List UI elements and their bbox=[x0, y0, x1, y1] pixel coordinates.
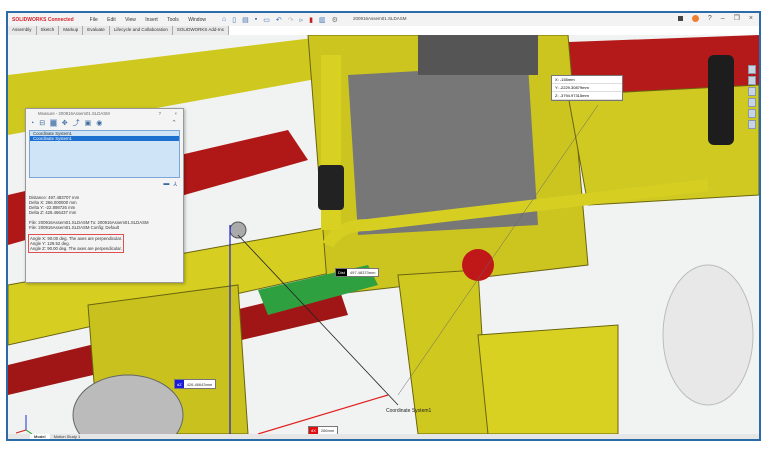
history-icon[interactable]: ▣ bbox=[85, 119, 92, 127]
help-icon[interactable]: ? bbox=[708, 15, 712, 22]
new-icon[interactable]: ▯ bbox=[232, 16, 236, 24]
point-to-point-icon[interactable]: ✥ bbox=[62, 119, 68, 127]
menu-file[interactable]: File bbox=[90, 17, 98, 23]
collapse-icon[interactable]: ⌃ bbox=[171, 119, 177, 127]
minimize-button[interactable]: – bbox=[721, 15, 725, 22]
motor bbox=[418, 35, 538, 75]
title-bar: SOLIDWORKS Connected File Edit View Inse… bbox=[8, 13, 759, 26]
tab-sketch[interactable]: Sketch bbox=[37, 26, 60, 35]
dist-tag: Dist bbox=[336, 269, 347, 276]
selection-list[interactable]: Coordinate System1 Coordinate System1 bbox=[29, 130, 180, 178]
help-button[interactable]: ? bbox=[159, 111, 161, 116]
user-avatar[interactable] bbox=[691, 14, 699, 22]
dz-value: 426.46643mm bbox=[186, 381, 213, 387]
close-button[interactable]: × bbox=[749, 15, 753, 22]
task-pane-custom-icon[interactable] bbox=[748, 120, 756, 129]
options-icon[interactable]: ▥ bbox=[319, 16, 326, 24]
dz-tag: dZ bbox=[175, 380, 184, 388]
coord-z: Z: -3794.97315mm bbox=[552, 92, 622, 100]
projection-icon[interactable]: ⤴ bbox=[73, 118, 80, 128]
menu-window[interactable]: Window bbox=[188, 17, 206, 23]
select-icon[interactable]: ▹ bbox=[300, 16, 304, 24]
graphics-area[interactable]: X: -155mm Y: -2229.30879mm Z: -3794.9731… bbox=[8, 35, 759, 435]
coordinate-callout: X: -155mm Y: -2229.30879mm Z: -3794.9731… bbox=[551, 75, 623, 101]
dx-value: 266mm bbox=[320, 428, 335, 433]
document-title: 200916Assem01.SLDASM bbox=[353, 16, 407, 21]
triad-icon[interactable]: ⅄ bbox=[173, 181, 177, 188]
dist-value: 497.48370mm bbox=[349, 270, 376, 275]
print-icon[interactable]: ▭ bbox=[263, 16, 270, 24]
measure-toolbar: ◔ ⊟ ▦ ✥ ⤴ ▣ ◉ ⌃ bbox=[26, 118, 183, 128]
measure-results: Distance: 497.483707 mm Delta X: 266.000… bbox=[29, 195, 149, 230]
tab-evaluate[interactable]: Evaluate bbox=[83, 26, 110, 35]
task-pane-explorer-icon[interactable] bbox=[748, 87, 756, 96]
gray-wheel bbox=[662, 264, 754, 406]
window-controls: ? – ❐ × bbox=[677, 14, 753, 22]
bottom-tabs: Model Motion Study 1 bbox=[8, 434, 759, 439]
angle-z: Angle Z: 90.00 deg. The axes are perpend… bbox=[30, 246, 122, 251]
restore-button[interactable]: ❐ bbox=[734, 14, 740, 22]
app-logo: SOLIDWORKS Connected bbox=[12, 16, 74, 23]
black-grip bbox=[708, 55, 734, 145]
units-icon[interactable]: ⊟ bbox=[39, 119, 45, 127]
tab-markup[interactable]: Markup bbox=[59, 26, 84, 35]
file-config: File: 200916Assem01.SLDASM Config: Defau… bbox=[29, 225, 120, 230]
tab-addins[interactable]: SOLIDWORKS Add-Ins bbox=[173, 26, 229, 35]
angle-results-highlight: Angle X: 90.00 deg. The axes are perpend… bbox=[28, 234, 125, 253]
menu-bar: File Edit View Insert Tools Window bbox=[90, 17, 214, 23]
task-pane-library-icon[interactable] bbox=[748, 76, 756, 85]
dz-callout: dZ 426.46643mm bbox=[174, 379, 217, 389]
tab-model[interactable]: Model bbox=[30, 434, 50, 439]
dx-tag: dX bbox=[309, 427, 318, 434]
tab-lifecycle[interactable]: Lifecycle and Collaboration bbox=[110, 26, 173, 35]
red-knob bbox=[462, 249, 494, 281]
search-commands-icon[interactable] bbox=[677, 15, 683, 21]
task-pane-appearance-icon[interactable] bbox=[748, 109, 756, 118]
measure-dialog-title: Measure - 200916Assem01.SLDASM bbox=[38, 111, 110, 116]
measure-dialog-title-bar[interactable]: Measure - 200916Assem01.SLDASM ? × bbox=[26, 109, 183, 118]
menu-view[interactable]: View bbox=[125, 17, 136, 23]
result-toolbar: ▬ ⅄ bbox=[163, 181, 177, 188]
task-pane-resources-icon[interactable] bbox=[748, 65, 756, 74]
bolt bbox=[229, 221, 247, 239]
solidworks-window: SOLIDWORKS Connected File Edit View Inse… bbox=[6, 11, 761, 441]
traffic-light-icon[interactable]: ▮ bbox=[309, 16, 313, 24]
save-icon[interactable]: ▪ bbox=[255, 16, 257, 24]
dist-callout: Dist 497.48370mm bbox=[335, 268, 380, 277]
sensor-icon[interactable]: ◉ bbox=[96, 119, 102, 127]
yellow-block bbox=[477, 324, 619, 434]
show-xyz-icon[interactable]: ▦ bbox=[50, 119, 57, 127]
selection-item-selected[interactable]: Coordinate System1 bbox=[30, 136, 179, 141]
menu-tools[interactable]: Tools bbox=[167, 17, 179, 23]
coord-x: X: -155mm bbox=[552, 76, 622, 84]
coordinate-system-label: Coordinate System1 bbox=[386, 408, 432, 414]
redo-icon[interactable]: ↷ bbox=[288, 16, 294, 24]
task-pane-palette-icon[interactable] bbox=[748, 98, 756, 107]
undo-icon[interactable]: ↶ bbox=[276, 16, 282, 24]
black-grip bbox=[318, 165, 344, 210]
quick-access-toolbar: ⌂ ▯ ▤ ▪ ▭ ↶ ↷ ▹ ▮ ▥ ⚙ bbox=[222, 16, 338, 24]
tab-scroll-arrows[interactable] bbox=[8, 434, 30, 439]
menu-edit[interactable]: Edit bbox=[107, 17, 116, 23]
arc-circle-icon[interactable]: ◔ bbox=[30, 120, 34, 127]
task-pane-tabs bbox=[748, 65, 756, 129]
tab-assembly[interactable]: Assembly bbox=[8, 26, 37, 35]
menu-insert[interactable]: Insert bbox=[145, 17, 158, 23]
coord-y: Y: -2229.30879mm bbox=[552, 84, 622, 92]
command-manager-tabs: Assembly Sketch Markup Evaluate Lifecycl… bbox=[8, 26, 229, 35]
copy-icon[interactable]: ▬ bbox=[163, 181, 169, 188]
settings-icon[interactable]: ⚙ bbox=[332, 16, 338, 24]
tab-motion-study[interactable]: Motion Study 1 bbox=[50, 434, 85, 439]
open-icon[interactable]: ▤ bbox=[242, 16, 249, 24]
home-icon[interactable]: ⌂ bbox=[222, 16, 226, 24]
close-dialog-button[interactable]: × bbox=[174, 111, 177, 116]
measure-dialog: Measure - 200916Assem01.SLDASM ? × ◔ ⊟ ▦… bbox=[25, 108, 184, 283]
